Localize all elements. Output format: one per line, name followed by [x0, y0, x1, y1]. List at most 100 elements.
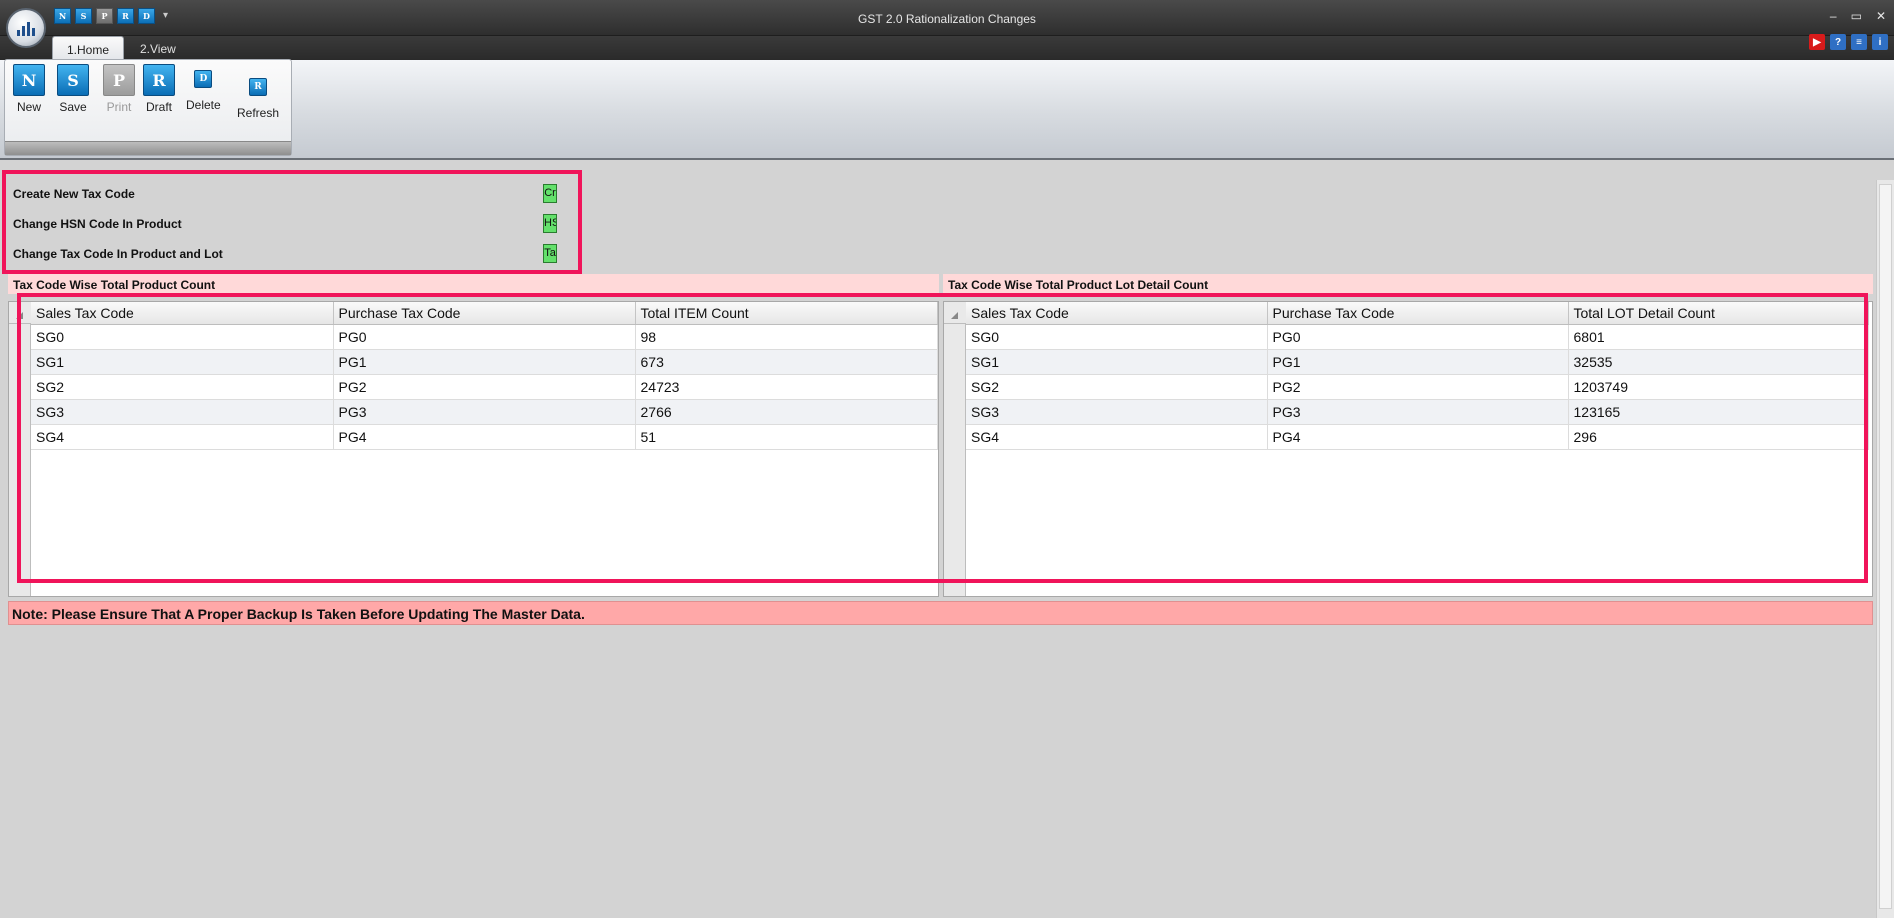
action-change-hsn-label: Change HSN Code In Product — [13, 217, 182, 231]
lot-count-table: Sales Tax Code Purchase Tax Code Total L… — [966, 302, 1869, 450]
draft-button[interactable]: R Draft — [143, 64, 175, 114]
print-icon: P — [103, 64, 135, 96]
tab-home[interactable]: 1.Home — [52, 36, 125, 60]
cell-total-lot-detail-count[interactable]: 6801 — [1568, 324, 1869, 350]
column-header-sales-tax-code[interactable]: Sales Tax Code — [31, 302, 334, 325]
cell-sales-tax-code[interactable]: SG1 — [31, 349, 334, 375]
draft-label: Draft — [145, 100, 172, 114]
cell-purchase-tax-code[interactable]: PG4 — [333, 424, 636, 450]
cell-sales-tax-code[interactable]: SG3 — [31, 399, 334, 425]
new-label: New — [16, 100, 41, 114]
cell-purchase-tax-code[interactable]: PG2 — [333, 374, 636, 400]
delete-button[interactable]: D Delete — [186, 64, 221, 112]
maximize-button[interactable]: ▭ — [1851, 9, 1862, 23]
product-count-table: Sales Tax Code Purchase Tax Code Total I… — [31, 302, 938, 450]
vertical-scrollbar[interactable] — [1876, 180, 1894, 918]
table-header-row: Sales Tax Code Purchase Tax Code Total I… — [31, 302, 938, 325]
cell-total-item-count[interactable]: 673 — [635, 349, 938, 375]
table-row[interactable]: SG0 PG0 98 — [31, 324, 938, 350]
refresh-icon: R — [249, 78, 268, 96]
column-header-sales-tax-code[interactable]: Sales Tax Code — [966, 302, 1268, 325]
cell-purchase-tax-code[interactable]: PG4 — [1267, 424, 1569, 450]
cell-total-item-count[interactable]: 24723 — [635, 374, 938, 400]
action-change-tax-code-label: Change Tax Code In Product and Lot — [13, 247, 223, 261]
cell-purchase-tax-code[interactable]: PG2 — [1267, 374, 1569, 400]
cell-sales-tax-code[interactable]: SG2 — [31, 374, 334, 400]
select-all-icon[interactable] — [944, 302, 966, 324]
print-button[interactable]: P Print — [103, 64, 135, 114]
cell-purchase-tax-code[interactable]: PG1 — [333, 349, 636, 375]
row-selector-column[interactable] — [944, 302, 966, 596]
cell-sales-tax-code[interactable]: SG3 — [966, 399, 1268, 425]
print-label: Print — [106, 100, 132, 114]
cell-total-lot-detail-count[interactable]: 32535 — [1568, 349, 1869, 375]
table-row[interactable]: SG3 PG3 2766 — [31, 399, 938, 425]
cell-purchase-tax-code[interactable]: PG3 — [333, 399, 636, 425]
help-icons: ▶ ? ≡ i — [1809, 34, 1888, 50]
column-header-purchase-tax-code[interactable]: Purchase Tax Code — [333, 302, 636, 325]
row-selector-column[interactable] — [9, 302, 31, 596]
table-row[interactable]: SG0 PG0 6801 — [966, 324, 1869, 350]
app-menu-icon[interactable] — [6, 8, 46, 48]
refresh-button[interactable]: R Refresh — [237, 64, 279, 120]
ribbon-tab-row: 1.Home 2.View — [0, 36, 1894, 60]
cell-total-item-count[interactable]: 2766 — [635, 399, 938, 425]
select-all-icon[interactable] — [9, 302, 31, 324]
table-row[interactable]: SG1 PG1 32535 — [966, 349, 1869, 375]
cell-sales-tax-code[interactable]: SG0 — [966, 324, 1268, 350]
cell-sales-tax-code[interactable]: SG4 — [966, 424, 1268, 450]
save-label: Save — [59, 100, 87, 114]
draft-icon: R — [143, 64, 175, 96]
column-header-purchase-tax-code[interactable]: Purchase Tax Code — [1267, 302, 1569, 325]
title-bar: N S P R D ▾ GST 2.0 Rationalization Chan… — [0, 0, 1894, 36]
youtube-icon[interactable]: ▶ — [1809, 34, 1825, 50]
change-tax-code-button[interactable]: Ta — [543, 244, 557, 263]
cell-total-lot-detail-count[interactable]: 123165 — [1568, 399, 1869, 425]
table-row[interactable]: SG3 PG3 123165 — [966, 399, 1869, 425]
cell-purchase-tax-code[interactable]: PG3 — [1267, 399, 1569, 425]
ribbon: N New S Save P Print R Draft D Delete R … — [0, 59, 1894, 160]
minimize-button[interactable]: – — [1830, 9, 1837, 23]
change-hsn-button[interactable]: HS — [543, 214, 557, 233]
tab-view[interactable]: 2.View — [126, 36, 190, 60]
cell-sales-tax-code[interactable]: SG0 — [31, 324, 334, 350]
help-icon[interactable]: ? — [1830, 34, 1846, 50]
refresh-label: Refresh — [237, 106, 280, 120]
cell-sales-tax-code[interactable]: SG4 — [31, 424, 334, 450]
table-row[interactable]: SG1 PG1 673 — [31, 349, 938, 375]
cell-total-lot-detail-count[interactable]: 1203749 — [1568, 374, 1869, 400]
table-header-row: Sales Tax Code Purchase Tax Code Total L… — [966, 302, 1869, 325]
product-count-grid: Sales Tax Code Purchase Tax Code Total I… — [8, 301, 939, 597]
column-header-total-lot-detail-count[interactable]: Total LOT Detail Count — [1568, 302, 1869, 325]
action-create-tax-code-label: Create New Tax Code — [13, 187, 135, 201]
delete-label: Delete — [186, 98, 221, 112]
table-row[interactable]: SG2 PG2 1203749 — [966, 374, 1869, 400]
window-title: GST 2.0 Rationalization Changes — [858, 12, 1036, 26]
scrollbar-thumb[interactable] — [1879, 184, 1892, 909]
lot-count-grid: Sales Tax Code Purchase Tax Code Total L… — [943, 301, 1873, 597]
column-header-total-item-count[interactable]: Total ITEM Count — [635, 302, 938, 325]
window-controls: – ▭ ✕ — [1830, 9, 1886, 23]
cell-purchase-tax-code[interactable]: PG1 — [1267, 349, 1569, 375]
ribbon-group-footer — [5, 141, 291, 155]
close-button[interactable]: ✕ — [1876, 9, 1886, 23]
table-row[interactable]: SG2 PG2 24723 — [31, 374, 938, 400]
cell-total-lot-detail-count[interactable]: 296 — [1568, 424, 1869, 450]
product-count-title: Tax Code Wise Total Product Count — [8, 274, 939, 294]
save-icon: S — [57, 64, 89, 96]
notes-icon[interactable]: ≡ — [1851, 34, 1867, 50]
info-icon[interactable]: i — [1872, 34, 1888, 50]
new-icon: N — [13, 64, 45, 96]
cell-sales-tax-code[interactable]: SG2 — [966, 374, 1268, 400]
backup-warning-note: Note: Please Ensure That A Proper Backup… — [8, 601, 1873, 625]
new-button[interactable]: N New — [13, 64, 45, 114]
create-tax-code-button[interactable]: Cr — [543, 184, 557, 203]
table-row[interactable]: SG4 PG4 51 — [31, 424, 938, 450]
cell-purchase-tax-code[interactable]: PG0 — [1267, 324, 1569, 350]
table-row[interactable]: SG4 PG4 296 — [966, 424, 1869, 450]
save-button[interactable]: S Save — [57, 64, 89, 114]
cell-total-item-count[interactable]: 51 — [635, 424, 938, 450]
cell-total-item-count[interactable]: 98 — [635, 324, 938, 350]
cell-sales-tax-code[interactable]: SG1 — [966, 349, 1268, 375]
cell-purchase-tax-code[interactable]: PG0 — [333, 324, 636, 350]
